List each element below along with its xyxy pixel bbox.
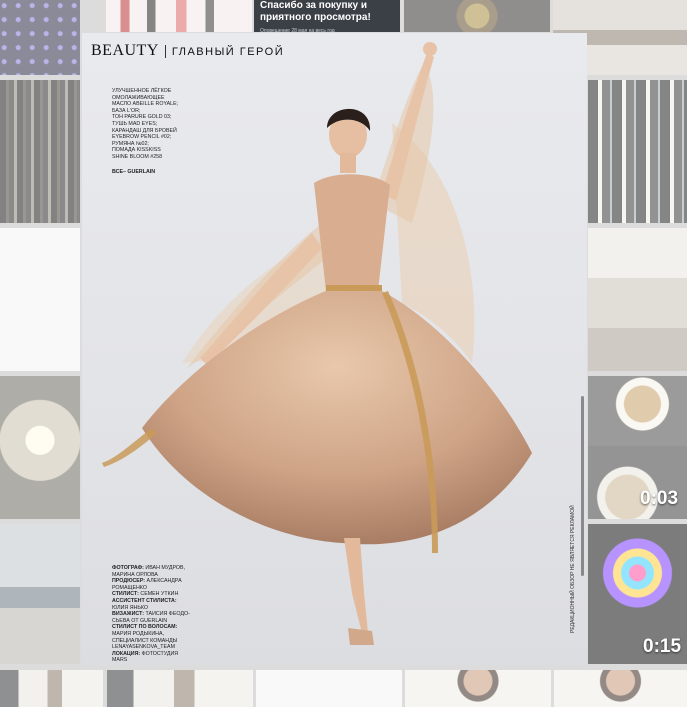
credit-name: СЬЕВА ОТ GUERLAIN <box>112 617 168 624</box>
thumbnail-tile[interactable] <box>0 0 80 75</box>
credit-name: LENAYASENKOVA_TEAM <box>112 644 175 651</box>
credit-name: MARS <box>112 657 128 664</box>
credit-role: ПРОДЮСЕР: <box>112 578 146 585</box>
thumbnail-tile[interactable] <box>404 0 550 32</box>
credit-name: СПЕЦИАЛИСТ КОМАНДЫ <box>112 637 178 644</box>
product-line: КАРАНДАШ ДЛЯ БРОВЕЙ <box>112 127 177 134</box>
credit-line: СПЕЦИАЛИСТ КОМАНДЫ <box>112 638 222 645</box>
credit-role: ВИЗАЖИСТ: <box>112 611 144 618</box>
credit-line: РОМАЩЕНКО <box>112 585 222 592</box>
credit-role: СТИЛИСТ ПО ВОЛОСАМ: <box>112 624 178 631</box>
thumbnail-tile[interactable] <box>0 524 80 664</box>
credit-name: АЛЕКСАНДРА <box>145 578 182 585</box>
thumbnail-tile[interactable] <box>0 228 80 371</box>
purchase-toast[interactable]: Спасибо за покупку и приятного просмотра… <box>254 0 400 34</box>
credit-line: СТИЛИСТ: СЕМЕН УТКИН <box>112 591 222 598</box>
product-line: ОМОЛАЖИВАЮЩЕЕ <box>112 94 165 101</box>
magazine-section: ГЛАВНЫЙ ГЕРОЙ <box>171 46 285 58</box>
credit-name: ЮЛИЯ ЯНЬКО <box>112 604 148 611</box>
credit-name: ИВАН МУДРОВ, <box>143 565 186 571</box>
magazine-page-viewer[interactable]: BEAUTY ГЛАВНЫЙ ГЕРОЙ УЛУЧШЕННОЕ ЛЁГКОЕ ОМ… <box>82 33 587 665</box>
product-line: ПОМАДА KISSKISS <box>112 147 161 154</box>
credit-line: СЬЕВА ОТ GUERLAIN <box>112 618 222 625</box>
magazine-header: BEAUTY ГЛАВНЫЙ ГЕРОЙ <box>91 42 284 60</box>
credit-line: СТИЛИСТ ПО ВОЛОСАМ: <box>112 624 222 631</box>
credit-line: ПРОДЮСЕР: АЛЕКСАНДРА <box>112 578 222 585</box>
credit-line: МАРИНА ОРЛОВА <box>112 572 222 579</box>
credit-name: МАРИЯ РОДЫКИНА, <box>112 630 165 637</box>
thumbnail-tile[interactable] <box>0 80 80 223</box>
thumbnail-tile[interactable] <box>405 670 551 707</box>
thumbnail-tile[interactable] <box>554 670 687 707</box>
thumbnail-tile[interactable] <box>588 228 687 371</box>
product-line: ТОН PARURE GOLD 03; <box>112 114 172 121</box>
toast-title: Спасибо за покупку и приятного просмотра… <box>260 0 371 23</box>
credit-line: MARS <box>112 657 222 664</box>
header-divider <box>164 44 166 58</box>
credit-name: РОМАЩЕНКО <box>112 584 147 591</box>
product-line: БАЗА L'OR; <box>112 107 141 114</box>
thumbnail-tile[interactable] <box>588 80 687 223</box>
magazine-brand: BEAUTY <box>91 42 159 59</box>
product-line: УЛУЧШЕННОЕ ЛЁГКОЕ <box>112 88 172 94</box>
thumbnail-tile[interactable] <box>0 670 103 707</box>
video-duration: 0:03 <box>640 488 679 509</box>
thumbnail-tile[interactable] <box>256 670 402 707</box>
product-line: ТУШЬ MAD EYES; <box>112 120 158 127</box>
credit-line: МАРИЯ РОДЫКИНА, <box>112 631 222 638</box>
product-brand-line: ВСЕ– GUERLAIN <box>112 168 156 175</box>
credit-role: СТИЛИСТ: <box>112 591 139 598</box>
credit-line: ФОТОГРАФ: ИВАН МУДРОВ, <box>112 565 222 572</box>
credit-name: ТАИСИЯ ФЕОДО- <box>144 611 190 618</box>
credit-line: АССИСТЕНТ СТИЛИСТА: <box>112 598 222 605</box>
credit-name: ФОТОСТУДИЯ <box>140 650 179 657</box>
product-line: МАСЛО ABEILLE ROYALE; <box>112 101 179 108</box>
credit-name: СЕМЕН УТКИН <box>138 591 179 598</box>
credit-line: ЛОКАЦИЯ: ФОТОСТУДИЯ <box>112 651 222 658</box>
editorial-note: РЕДАКЦИОННЫЙ ОБЗОР НЕ ЯВЛЯЕТСЯ РЕКЛАМОЙ <box>570 505 576 633</box>
product-line: SHINE BLOOM #258 <box>112 153 163 160</box>
thumbnail-tile[interactable] <box>0 376 80 519</box>
scrollbar[interactable] <box>581 396 584 576</box>
video-thumbnail[interactable] <box>588 376 687 446</box>
credit-line: ВИЗАЖИСТ: ТАИСИЯ ФЕОДО- <box>112 611 222 618</box>
credit-line: ЮЛИЯ ЯНЬКО <box>112 605 222 612</box>
team-credits: ФОТОГРАФ: ИВАН МУДРОВ, МАРИНА ОРЛОВА ПРОДЮ… <box>112 565 222 664</box>
credit-name: МАРИНА ОРЛОВА <box>112 571 158 578</box>
thumbnail-tile[interactable] <box>106 0 252 32</box>
product-credits: УЛУЧШЕННОЕ ЛЁГКОЕ ОМОЛАЖИВАЮЩЕЕ МАСЛО ABEI… <box>112 88 222 175</box>
video-duration: 0:15 <box>643 636 682 657</box>
credit-role: ЛОКАЦИЯ: <box>112 650 141 657</box>
product-line: РУМЯНА №02; <box>112 140 149 147</box>
thumbnail-tile[interactable] <box>107 670 253 707</box>
product-line: EYEBROW PENCIL #02; <box>112 134 172 141</box>
credit-line: LENAYASENKOVA_TEAM <box>112 644 222 651</box>
credit-role: АССИСТЕНТ СТИЛИСТА: <box>112 597 177 604</box>
credit-role: ФОТОГРАФ: <box>112 565 144 571</box>
